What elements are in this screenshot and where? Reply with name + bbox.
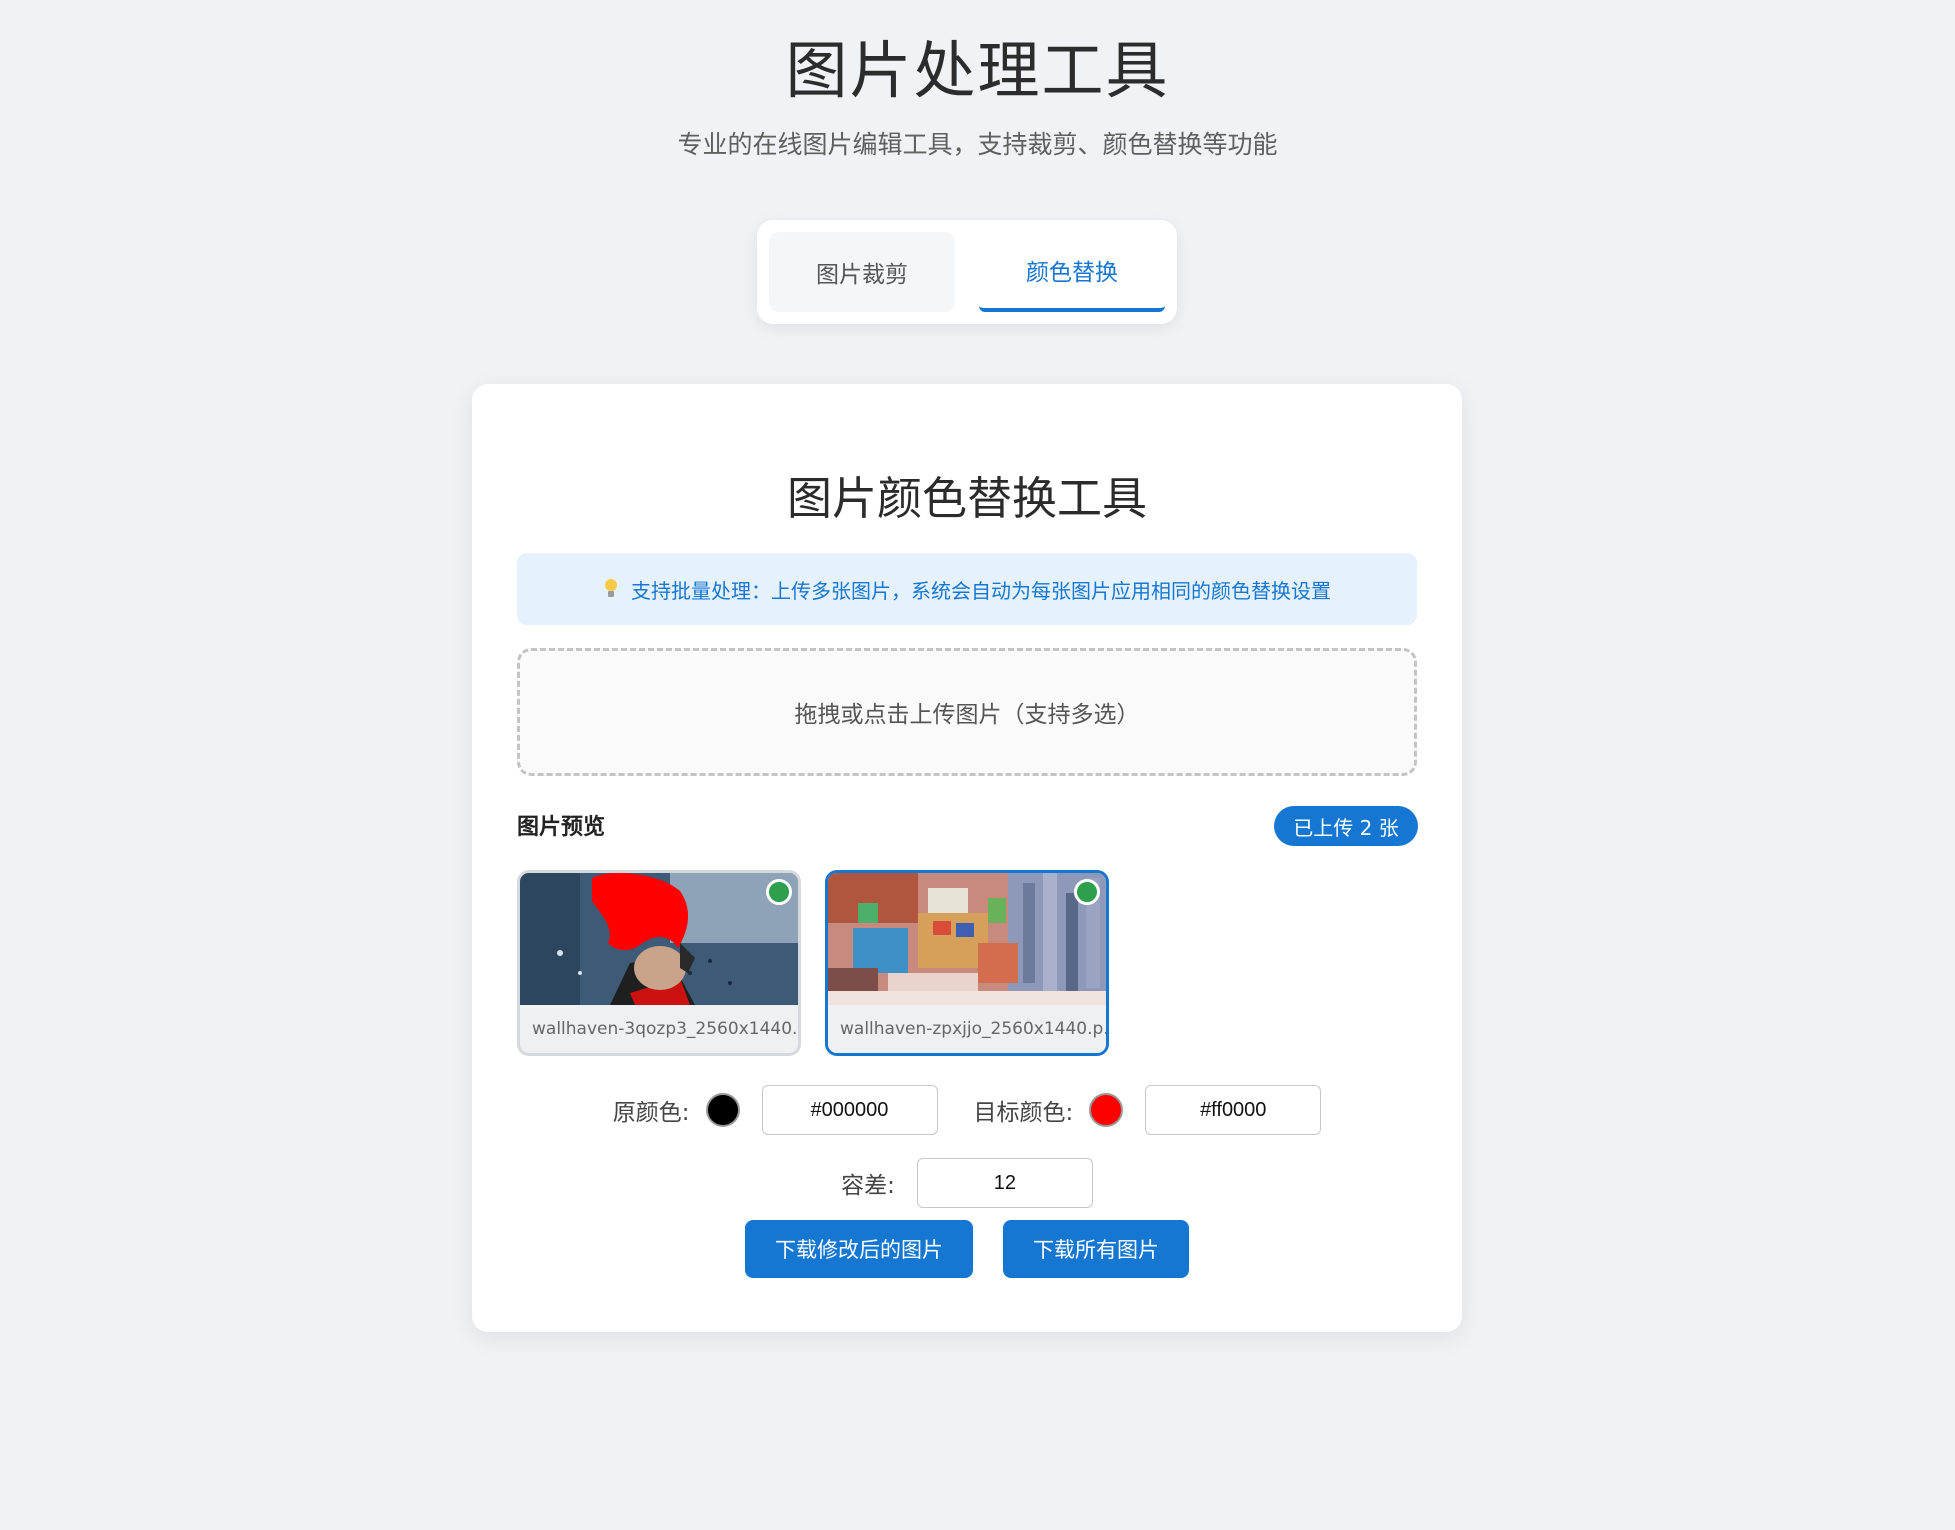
target-color-label: 目标颜色: [973,1100,1074,1126]
target-color-swatch[interactable] [1089,1093,1124,1127]
batch-info-banner: 支持批量处理：上传多张图片，系统会自动为每张图片应用相同的颜色替换设置 [517,553,1417,625]
dropzone-text: 拖拽或点击上传图片（支持多选） [794,702,1140,728]
status-check-icon [1074,879,1100,905]
tab-crop[interactable]: 图片裁剪 [769,232,955,312]
tab-bar: 图片裁剪 颜色替换 [757,220,1177,324]
download-actions: 下载修改后的图片 下载所有图片 [472,1220,1462,1278]
target-color-input[interactable] [1145,1085,1322,1135]
color-settings-row: 原颜色: 目标颜色: [472,1084,1462,1136]
preview-heading: 图片预览 [517,815,606,840]
thumbnail-image [828,873,1106,1005]
image-thumbnail[interactable]: wallhaven-3qozp3_2560x1440... [517,870,801,1056]
thumbnail-filename: wallhaven-3qozp3_2560x1440... [520,1005,798,1053]
color-replace-panel: 图片颜色替换工具 支持批量处理：上传多张图片，系统会自动为每张图片应用相同的颜色… [472,384,1462,1332]
app-subtitle: 专业的在线图片编辑工具，支持裁剪、颜色替换等功能 [677,130,1278,159]
download-all-button[interactable]: 下载所有图片 [1003,1220,1189,1278]
upload-dropzone[interactable]: 拖拽或点击上传图片（支持多选） [517,648,1417,776]
source-color-input[interactable] [761,1085,938,1135]
batch-info-text: 支持批量处理：上传多张图片，系统会自动为每张图片应用相同的颜色替换设置 [631,578,1331,603]
lightbulb-icon [603,579,619,599]
image-thumbnail[interactable]: wallhaven-zpxjjo_2560x1440.p... [825,870,1109,1056]
app-title: 图片处理工具 [785,34,1170,107]
thumbnail-image [520,873,798,1005]
download-modified-button[interactable]: 下载修改后的图片 [745,1220,973,1278]
tolerance-label: 容差: [841,1173,895,1199]
thumbnail-filename: wallhaven-zpxjjo_2560x1440.p... [828,1005,1106,1053]
tolerance-input[interactable] [916,1158,1093,1208]
status-check-icon [766,879,792,905]
page-header: 图片处理工具 专业的在线图片编辑工具，支持裁剪、颜色替换等功能 [0,28,1955,162]
panel-title: 图片颜色替换工具 [786,472,1147,525]
tab-color-replace[interactable]: 颜色替换 [979,232,1165,312]
tolerance-row: 容差: [472,1157,1462,1209]
source-color-swatch[interactable] [705,1093,740,1127]
source-color-label: 原颜色: [612,1100,690,1126]
upload-count-badge: 已上传 2 张 [1274,806,1418,846]
